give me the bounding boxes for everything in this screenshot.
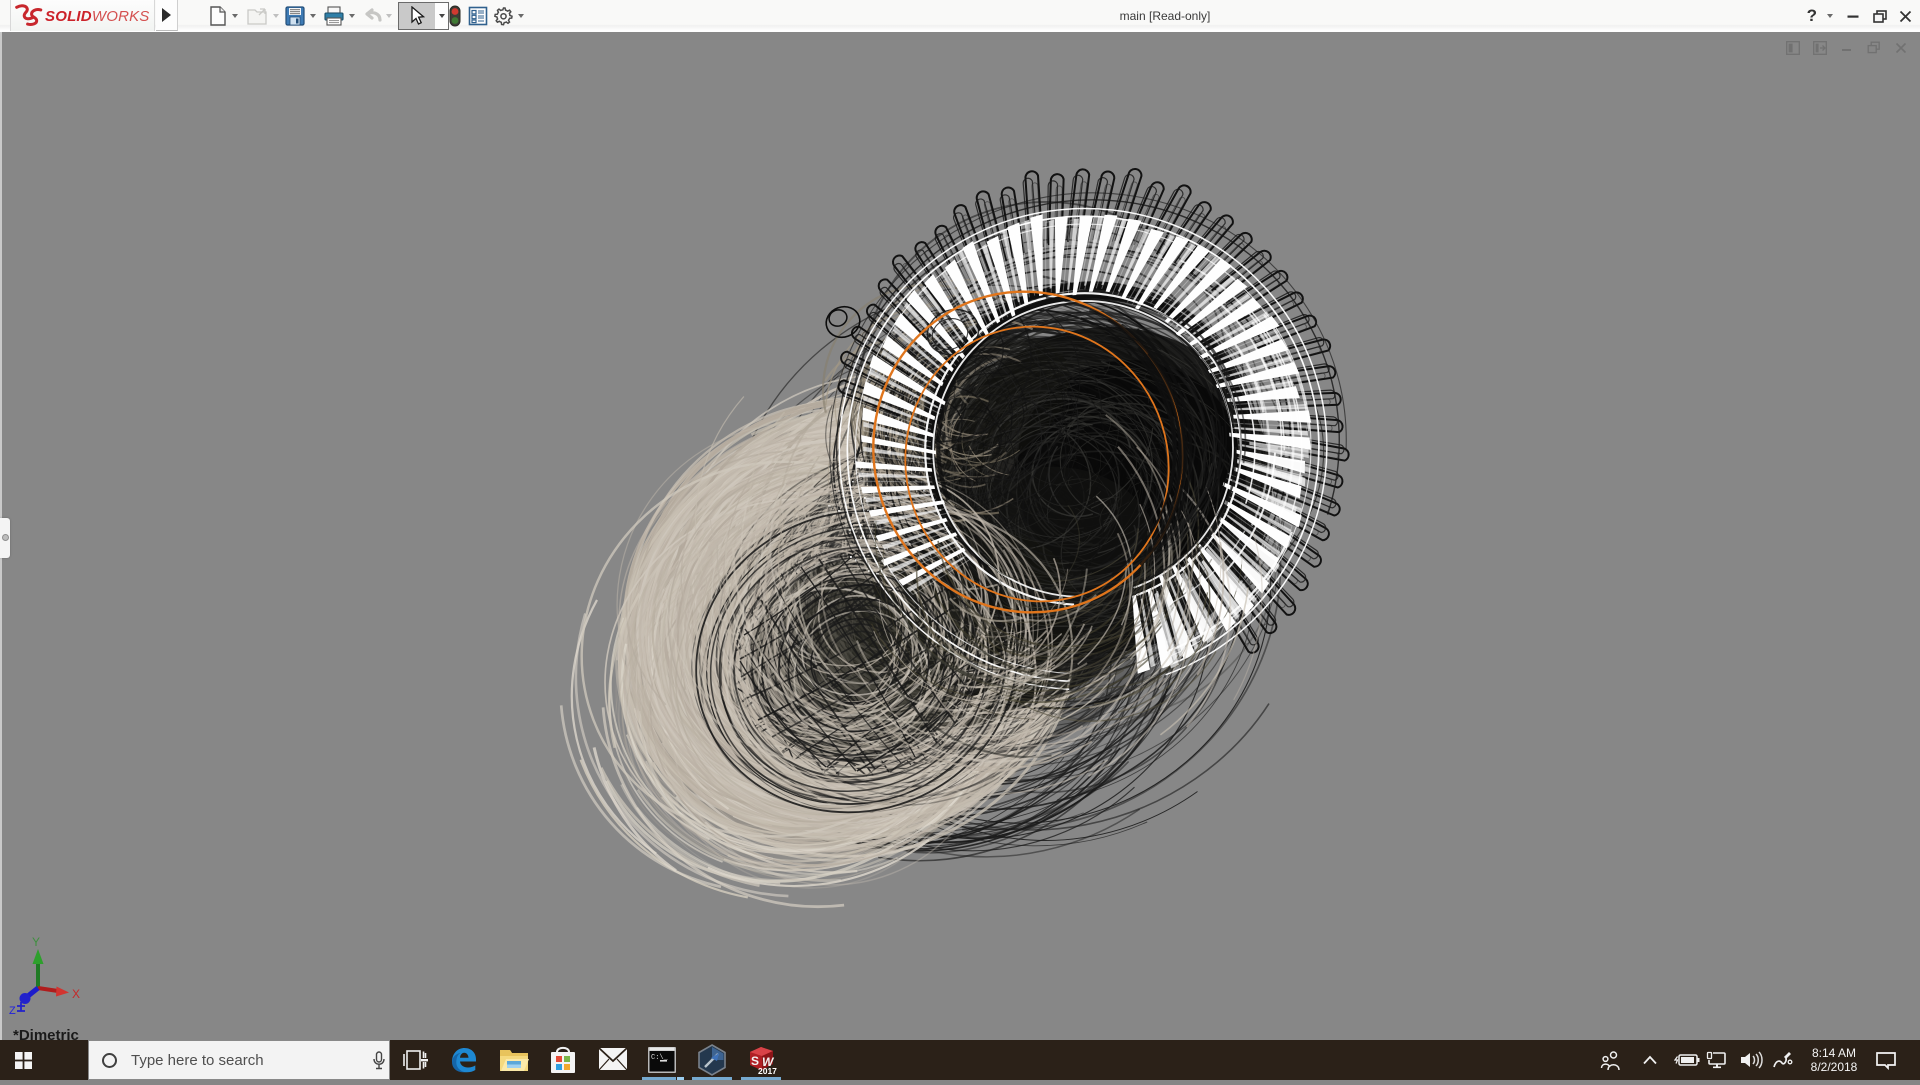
svg-text:2017: 2017 [758,1066,777,1076]
svg-text:Y: Y [32,935,40,949]
svg-text:X: X [72,987,80,1001]
svg-text:Z: Z [9,1005,16,1017]
